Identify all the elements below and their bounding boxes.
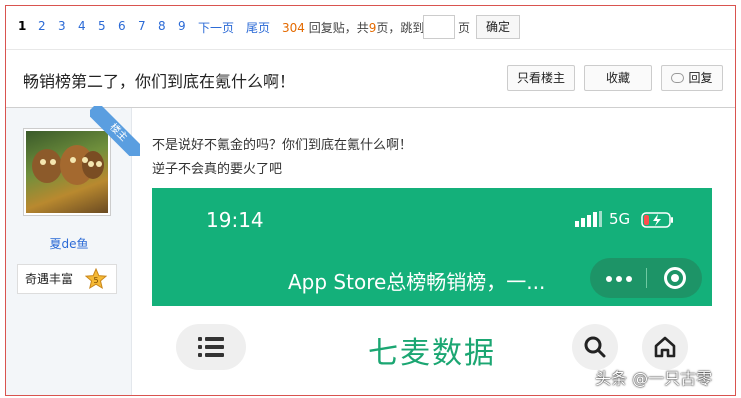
menu-icon <box>198 337 224 357</box>
search-icon <box>584 336 606 358</box>
post-content: 不是说好不氪金的吗？你们到底在氪什么啊！ 逆子不会真的要火了吧 <box>152 134 412 182</box>
home-icon <box>654 336 676 358</box>
only-author-button[interactable]: 只看楼主 <box>507 65 575 91</box>
status-time: 19:14 <box>206 208 264 232</box>
comment-icon <box>671 73 685 83</box>
reply-summary: 304 回复贴，共9页，跳到 <box>282 19 424 36</box>
page-link[interactable]: 3 <box>58 19 66 33</box>
pagination-bar: 1 2 3 4 5 6 7 8 9 下一页 尾页 304 回复贴，共9页，跳到 … <box>6 6 735 50</box>
more-icon <box>606 276 632 282</box>
thread-header: 畅销榜第二了，你们到底在氪什么啊！ 只看楼主 收藏 回复 <box>6 50 735 108</box>
pages-suffix: 页，跳到 <box>376 21 425 35</box>
battery-charging-icon <box>641 212 673 228</box>
go-button[interactable]: 确定 <box>476 15 520 39</box>
watermark: 头条 @一只古零 <box>595 369 713 388</box>
op-ribbon: 楼主 <box>90 106 140 156</box>
reply-button-label: 回复 <box>688 71 713 85</box>
thread-title: 畅销榜第二了，你们到底在氪什么啊！ <box>23 72 296 91</box>
page-unit-label: 页 <box>458 21 471 35</box>
search-button <box>572 324 618 370</box>
page-link[interactable]: 6 <box>118 19 126 33</box>
network-label: 5G <box>609 210 631 228</box>
screenshot-headline: App Store总榜畅销榜，一... <box>288 270 546 294</box>
signal-icon <box>575 211 602 227</box>
brand-logo-text: 七麦数据 <box>368 336 496 371</box>
reply-count: 304 <box>282 21 305 35</box>
post-frame: 1 2 3 4 5 6 7 8 9 下一页 尾页 304 回复贴，共9页，跳到 … <box>5 5 736 396</box>
star-icon: 5 <box>85 268 107 290</box>
page-link[interactable]: 4 <box>78 19 86 33</box>
next-page-link[interactable]: 下一页 <box>198 19 234 36</box>
miniprogram-capsule <box>590 258 702 298</box>
page-link[interactable]: 2 <box>38 19 46 33</box>
reply-text: 回复贴，共 <box>308 21 369 35</box>
page-link[interactable]: 5 <box>98 19 106 33</box>
home-button <box>642 324 688 370</box>
post-line: 逆子不会真的要火了吧 <box>152 162 283 177</box>
medal-label: 奇遇丰富 <box>25 272 74 286</box>
medal-level: 5 <box>93 276 98 285</box>
close-target-icon <box>664 267 686 289</box>
page-link[interactable]: 7 <box>138 19 146 33</box>
page-link[interactable]: 8 <box>158 19 166 33</box>
last-page-link[interactable]: 尾页 <box>246 19 270 36</box>
favorite-button[interactable]: 收藏 <box>584 65 652 91</box>
op-ribbon-label: 楼主 <box>90 106 140 156</box>
reply-button[interactable]: 回复 <box>661 65 723 91</box>
page-link[interactable]: 9 <box>178 19 186 33</box>
menu-button <box>176 324 246 370</box>
page-current: 1 <box>18 19 27 33</box>
medal-badge: 奇遇丰富 5 <box>17 264 117 294</box>
page-jump-input[interactable] <box>423 15 455 39</box>
post-line: 不是说好不氪金的吗？你们到底在氪什么啊！ <box>152 138 413 153</box>
author-username[interactable]: 夏de鱼 <box>6 235 132 252</box>
